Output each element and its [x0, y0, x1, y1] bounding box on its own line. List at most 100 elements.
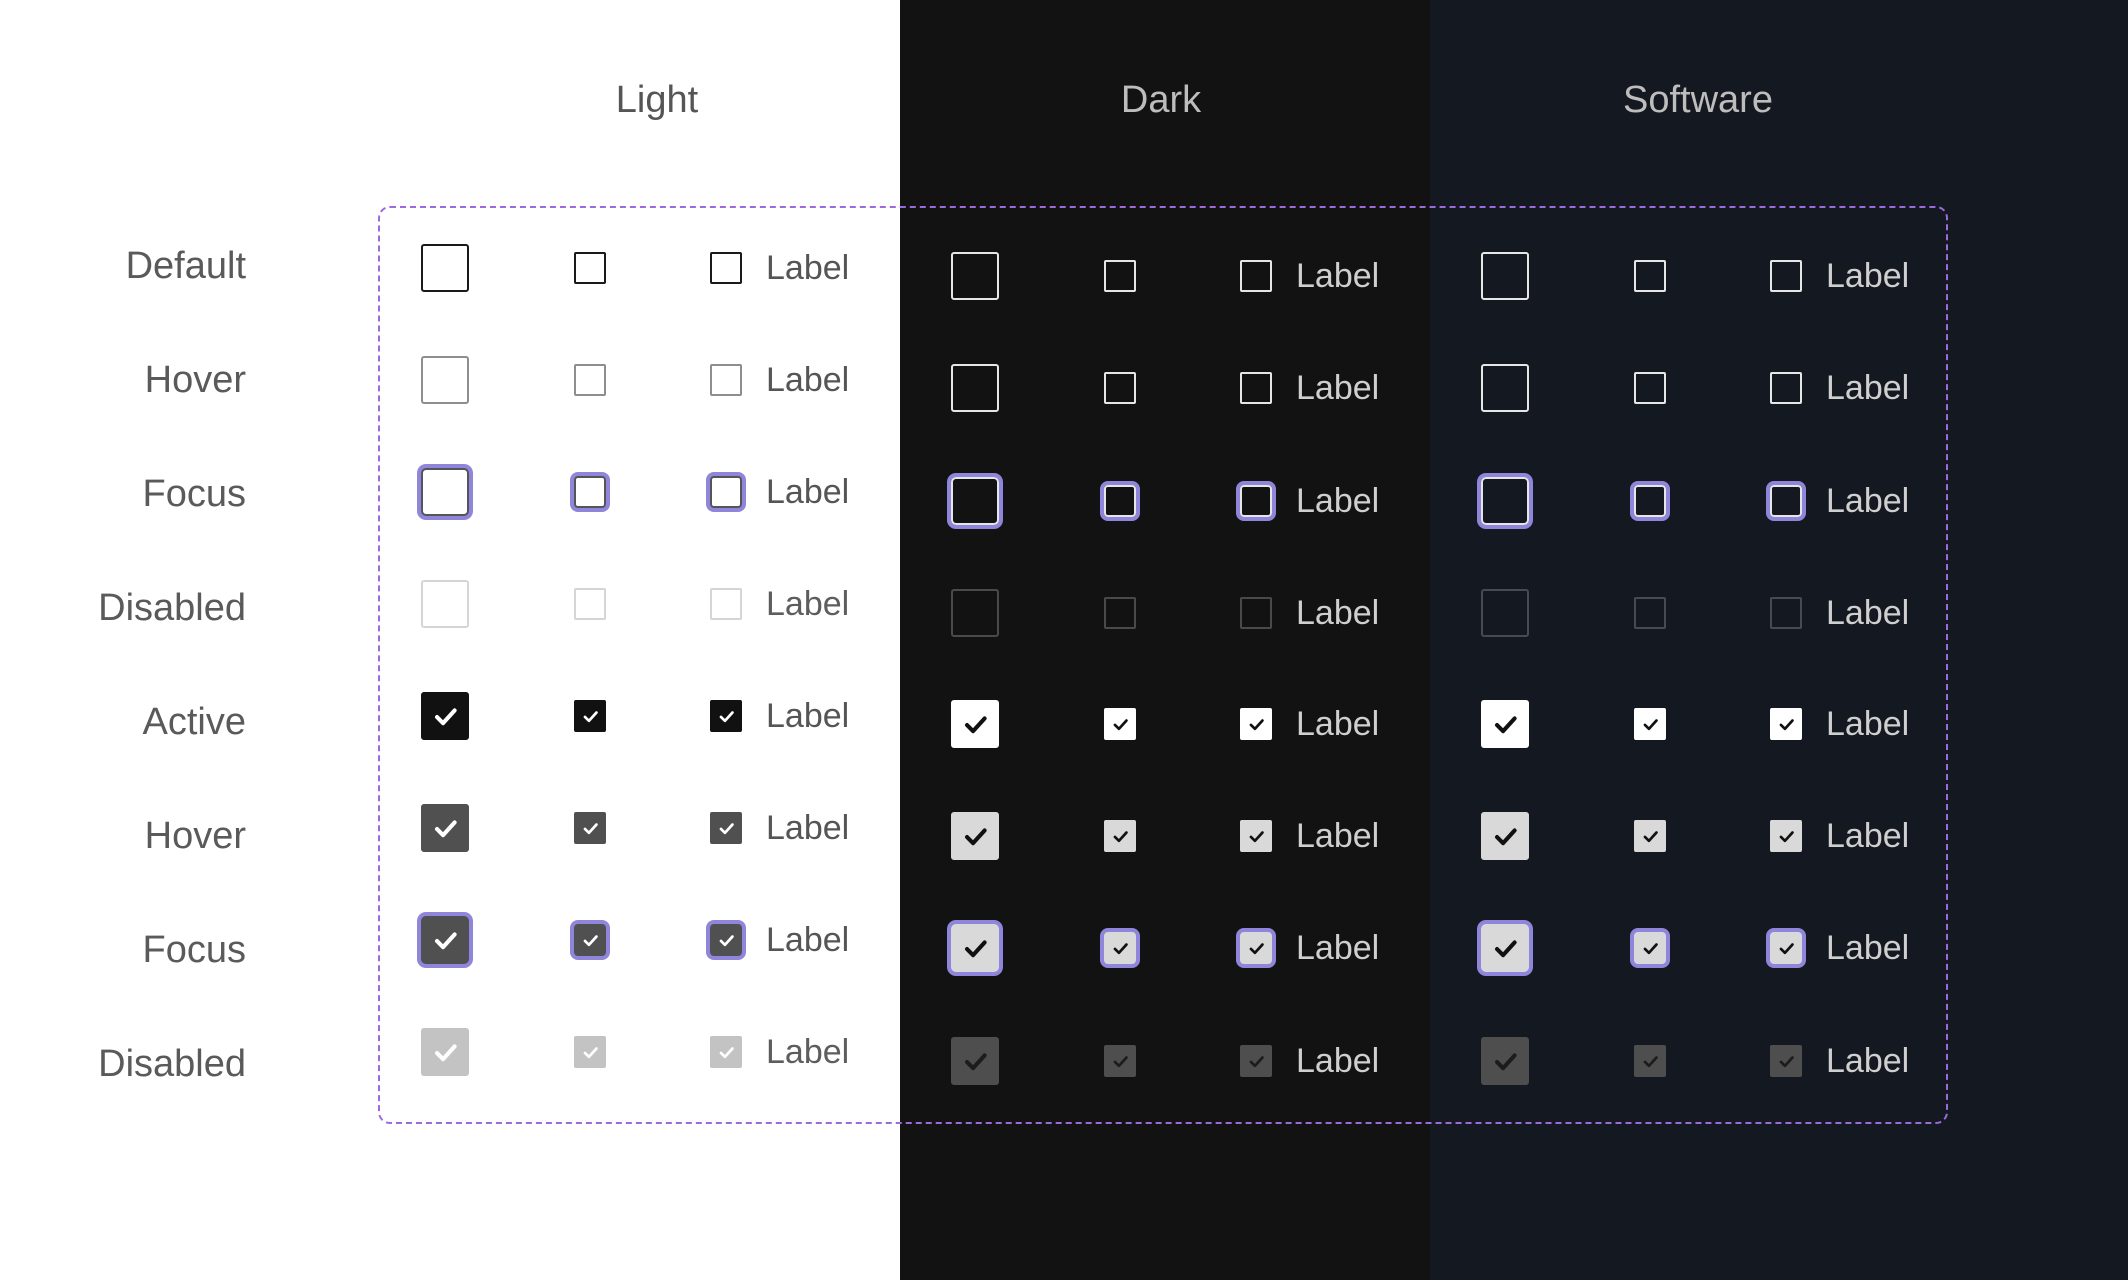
checkbox-label-light-default[interactable]: Label: [766, 246, 849, 290]
checkbox-light-active-medium[interactable]: [574, 700, 606, 732]
checkbox-light-active-hover-large[interactable]: [421, 804, 469, 852]
checkbox-label-dark-disabled[interactable]: Label: [1296, 591, 1379, 635]
checkbox-light-disabled-medium[interactable]: [574, 588, 606, 620]
checkbox-light-active-focus-small[interactable]: [710, 924, 742, 956]
checkbox-label-light-active-hover[interactable]: Label: [766, 806, 849, 850]
checkbox-light-default-small[interactable]: [710, 252, 742, 284]
checkbox-label-dark-active-hover[interactable]: Label: [1296, 814, 1379, 858]
checkbox-dark-default-large[interactable]: [951, 252, 999, 300]
checkbox-label-dark-active[interactable]: Label: [1296, 702, 1379, 746]
checkbox-light-active-large[interactable]: [421, 692, 469, 740]
checkbox-light-active-hover-small[interactable]: [710, 812, 742, 844]
checkbox-dark-active-hover-medium[interactable]: [1104, 820, 1136, 852]
checkbox-label-software-active-hover[interactable]: Label: [1826, 814, 1909, 858]
checkbox-light-default-medium[interactable]: [574, 252, 606, 284]
checkbox-light-hover-medium[interactable]: [574, 364, 606, 396]
checkbox-label-software-active[interactable]: Label: [1826, 702, 1909, 746]
checkbox-light-focus-medium[interactable]: [574, 476, 606, 508]
checkbox-light-active-focus-medium[interactable]: [574, 924, 606, 956]
checkbox-label-software-hover[interactable]: Label: [1826, 366, 1909, 410]
checkbox-dark-disabled-small[interactable]: [1240, 597, 1272, 629]
checkbox-dark-focus-small[interactable]: [1240, 485, 1272, 517]
checkbox-light-active-focus-large[interactable]: [421, 916, 469, 964]
checkbox-software-focus-medium[interactable]: [1634, 485, 1666, 517]
checkbox-software-hover-small[interactable]: [1770, 372, 1802, 404]
checkbox-dark-disabled-large[interactable]: [951, 589, 999, 637]
checkbox-dark-disabled-medium[interactable]: [1104, 597, 1136, 629]
checkbox-dark-default-medium[interactable]: [1104, 260, 1136, 292]
checkbox-software-active-focus-small[interactable]: [1770, 932, 1802, 964]
checkbox-light-disabled-small[interactable]: [710, 588, 742, 620]
checkbox-dark-active-large[interactable]: [951, 700, 999, 748]
checkbox-dark-active-focus-medium[interactable]: [1104, 932, 1136, 964]
checkbox-label-software-active-disabled[interactable]: Label: [1826, 1039, 1909, 1083]
checkmark-icon: [1494, 715, 1517, 733]
checkbox-light-active-hover-medium[interactable]: [574, 812, 606, 844]
checkbox-dark-active-disabled-medium[interactable]: [1104, 1045, 1136, 1077]
checkbox-label-dark-default[interactable]: Label: [1296, 254, 1379, 298]
checkbox-software-default-large[interactable]: [1481, 252, 1529, 300]
checkbox-software-active-focus-medium[interactable]: [1634, 932, 1666, 964]
checkbox-dark-active-focus-large[interactable]: [951, 924, 999, 972]
checkbox-label-dark-active-focus[interactable]: Label: [1296, 926, 1379, 970]
checkbox-software-active-hover-large[interactable]: [1481, 812, 1529, 860]
checkbox-software-active-hover-small[interactable]: [1770, 820, 1802, 852]
checkbox-light-hover-large[interactable]: [421, 356, 469, 404]
checkmark-icon: [964, 939, 987, 957]
checkbox-label-light-disabled[interactable]: Label: [766, 582, 849, 626]
checkbox-label-dark-hover[interactable]: Label: [1296, 366, 1379, 410]
checkbox-light-active-disabled-medium[interactable]: [574, 1036, 606, 1068]
checkbox-light-active-small[interactable]: [710, 700, 742, 732]
checkbox-label-light-active[interactable]: Label: [766, 694, 849, 738]
checkbox-dark-active-hover-small[interactable]: [1240, 820, 1272, 852]
checkbox-light-focus-small[interactable]: [710, 476, 742, 508]
checkbox-software-active-disabled-small[interactable]: [1770, 1045, 1802, 1077]
checkbox-software-default-small[interactable]: [1770, 260, 1802, 292]
checkmark-icon: [719, 1046, 734, 1058]
checkbox-label-software-active-focus[interactable]: Label: [1826, 926, 1909, 970]
checkbox-label-light-active-disabled[interactable]: Label: [766, 1030, 849, 1074]
checkbox-software-active-hover-medium[interactable]: [1634, 820, 1666, 852]
checkbox-label-software-default[interactable]: Label: [1826, 254, 1909, 298]
checkbox-label-light-focus[interactable]: Label: [766, 470, 849, 514]
checkbox-label-dark-focus[interactable]: Label: [1296, 479, 1379, 523]
checkbox-software-active-focus-large[interactable]: [1481, 924, 1529, 972]
checkbox-dark-active-disabled-small[interactable]: [1240, 1045, 1272, 1077]
checkbox-label-software-focus[interactable]: Label: [1826, 479, 1909, 523]
checkbox-software-hover-large[interactable]: [1481, 364, 1529, 412]
checkbox-software-focus-large[interactable]: [1481, 477, 1529, 525]
checkbox-label-light-hover[interactable]: Label: [766, 358, 849, 402]
checkbox-light-active-disabled-large[interactable]: [421, 1028, 469, 1076]
checkbox-software-disabled-medium[interactable]: [1634, 597, 1666, 629]
checkbox-light-focus-large[interactable]: [421, 468, 469, 516]
checkbox-dark-active-small[interactable]: [1240, 708, 1272, 740]
checkbox-software-focus-small[interactable]: [1770, 485, 1802, 517]
checkbox-label-light-active-focus[interactable]: Label: [766, 918, 849, 962]
checkbox-software-default-medium[interactable]: [1634, 260, 1666, 292]
checkbox-light-hover-small[interactable]: [710, 364, 742, 396]
checkbox-dark-hover-large[interactable]: [951, 364, 999, 412]
checkbox-software-active-disabled-medium[interactable]: [1634, 1045, 1666, 1077]
checkmark-icon: [583, 822, 598, 834]
checkbox-dark-hover-medium[interactable]: [1104, 372, 1136, 404]
checkbox-label-software-disabled[interactable]: Label: [1826, 591, 1909, 635]
checkbox-software-active-disabled-large[interactable]: [1481, 1037, 1529, 1085]
checkbox-dark-active-disabled-large[interactable]: [951, 1037, 999, 1085]
checkbox-dark-active-medium[interactable]: [1104, 708, 1136, 740]
checkbox-light-disabled-large[interactable]: [421, 580, 469, 628]
checkbox-software-active-large[interactable]: [1481, 700, 1529, 748]
checkbox-software-active-medium[interactable]: [1634, 708, 1666, 740]
checkbox-software-disabled-small[interactable]: [1770, 597, 1802, 629]
checkbox-label-dark-active-disabled[interactable]: Label: [1296, 1039, 1379, 1083]
checkbox-light-active-disabled-small[interactable]: [710, 1036, 742, 1068]
checkbox-dark-default-small[interactable]: [1240, 260, 1272, 292]
checkbox-software-disabled-large[interactable]: [1481, 589, 1529, 637]
checkbox-dark-active-focus-small[interactable]: [1240, 932, 1272, 964]
checkbox-dark-focus-medium[interactable]: [1104, 485, 1136, 517]
checkbox-dark-hover-small[interactable]: [1240, 372, 1272, 404]
checkbox-light-default-large[interactable]: [421, 244, 469, 292]
checkbox-software-hover-medium[interactable]: [1634, 372, 1666, 404]
checkbox-software-active-small[interactable]: [1770, 708, 1802, 740]
checkbox-dark-focus-large[interactable]: [951, 477, 999, 525]
checkbox-dark-active-hover-large[interactable]: [951, 812, 999, 860]
